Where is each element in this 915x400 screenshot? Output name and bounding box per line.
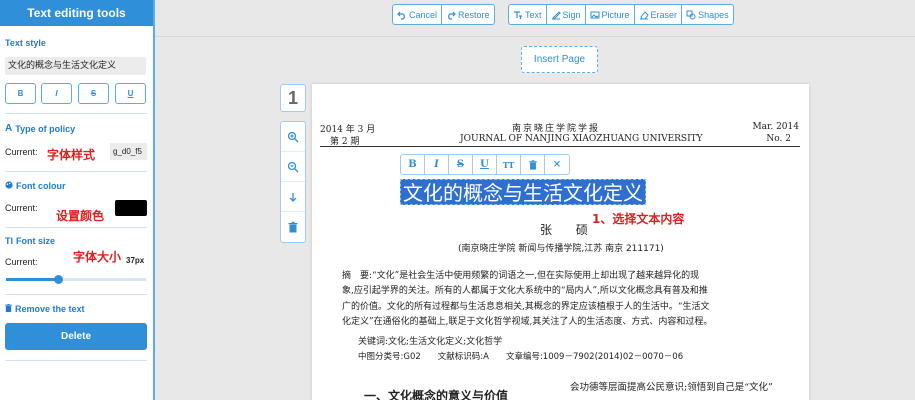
cancel-label: Cancel [409,9,438,20]
remove-label: Remove the text [15,304,85,314]
right-column-text: 会功德等层面提高公民意识;领悟到自己是“文化” [570,382,773,393]
insert-page-button[interactable]: Insert Page [521,46,598,73]
policy-current-label: Current: [5,147,38,157]
text-content-field[interactable]: 文化的概念与生活文化定义 [5,57,146,75]
top-toolbar: Cancel Restore Text Sign Picture Eraser … [155,0,915,37]
text-style-label: Text style [5,38,46,48]
sign-tool-button[interactable]: Sign [547,5,586,24]
font-size-section: TI Font size [5,236,55,246]
picture-tool-label: Picture [601,9,630,20]
header-date-en: Mar. 2014 [752,122,799,132]
cancel-button[interactable]: Cancel [393,5,443,24]
header-no-en: No. 2 [766,134,791,144]
size-current-label: Current: [5,257,38,267]
page-number-indicator: 1 [280,84,306,112]
colour-swatch[interactable] [115,200,147,216]
font-size-value: 37px [126,256,145,265]
font-colour-section: Font colour [5,181,66,191]
font-size-slider[interactable] [6,278,146,281]
abstract-line: 化定义”在通俗化的基础上,联足于文化哲学视域,其关注了人的生活态度、方式、内容和… [342,316,713,327]
slider-fill [6,278,58,281]
italic-button[interactable]: I [41,83,72,104]
select-text-annotation: 1、选择文本内容 [592,212,685,226]
font-size-label: Font size [16,236,56,246]
divider [5,227,147,228]
divider [5,294,147,295]
font-style-annotation: 字体样式 [47,148,96,162]
sign-tool-label: Sign [562,9,581,20]
restore-label: Restore [458,9,490,20]
popup-trash-icon[interactable] [521,155,545,174]
palette-icon [5,181,13,191]
abstract-line: 象,应引起学界的关注。所有的人都属于文化大系统中的“局内人”,所以文化概念具有普… [342,286,708,297]
trash-icon [5,304,12,314]
divider [5,171,147,172]
popup-strike-button[interactable]: S [449,155,473,174]
font-size-annotation: 字体大小 [73,250,122,264]
eraser-tool-button[interactable]: Eraser [635,5,683,24]
abstract-line: 摘 要:“文化”是社会生活中使用频繁的词语之一,但在实际使用上却出现了越来越异化… [342,271,700,281]
popup-close-button[interactable]: × [545,155,569,174]
strikethrough-button[interactable]: S [78,83,109,104]
set-color-annotation: 设置颜色 [56,209,105,223]
shapes-tool-button[interactable]: Shapes [682,5,733,24]
picture-tool-button[interactable]: Picture [586,5,635,24]
underline-button[interactable]: U [115,83,146,104]
abstract-line: 广的价值。文化的所有过程都与生活息息相关,其概念的界定应该植根于人的生活中。“生… [342,301,710,312]
arrow-down-icon[interactable] [281,182,305,212]
sidebar: Text editing tools Text style 文化的概念与生活文化… [0,0,155,400]
eraser-icon [639,10,649,19]
zoom-out-icon[interactable] [281,152,305,182]
page-tools [280,121,306,243]
policy-value[interactable]: g_d0_f5 [110,143,147,160]
restore-button[interactable]: Restore [442,5,494,24]
tools-group: Text Sign Picture Eraser Shapes [508,4,734,25]
section-title: 一、文化概念的意义与价值 [364,389,509,400]
history-group: Cancel Restore [392,4,495,25]
undo-icon [397,11,405,20]
text-size-icon: TI [5,236,13,246]
text-tool-label: Text [525,9,542,20]
slider-thumb[interactable] [53,275,63,284]
author: 张 硕 [540,223,598,237]
zoom-in-icon[interactable] [281,122,305,152]
text-format-popup: B I S U TT × [400,154,570,175]
text-icon [514,10,522,19]
font-a-icon: A [5,123,13,134]
font-colour-label: Font colour [16,181,66,191]
popup-underline-button[interactable]: U [473,155,497,174]
redo-icon [448,11,456,20]
divider [5,113,147,114]
pen-icon [551,10,561,20]
policy-label: Type of policy [15,123,76,134]
header-journal-en: JOURNAL OF NANJING XIAOZHUANG UNIVERSITY [460,134,703,144]
remove-section: Remove the text [5,304,85,314]
bold-button[interactable]: B [5,83,36,104]
text-tool-button[interactable]: Text [509,5,547,24]
shapes-tool-label: Shapes [698,9,729,20]
affiliation: (南京晓庄学院 新闻与传播学院,江苏 南京 211171) [458,244,664,254]
colour-current-label: Current: [5,203,38,213]
divider [5,360,147,361]
popup-text-size-button[interactable]: TT [497,155,521,174]
document-page: 2014 年 3 月 第 2 期 南京晓庄学院学报 JOURNAL OF NAN… [312,84,809,400]
delete-page-icon[interactable] [281,212,305,242]
delete-button[interactable]: Delete [5,323,147,350]
shapes-icon [686,10,696,19]
classification-line: 中图分类号:G02 文献标识码:A 文章编号:1009－7902(2014)02… [358,352,684,362]
popup-italic-button[interactable]: I [425,155,449,174]
selected-title-text[interactable]: 文化的概念与生活文化定义 [400,179,646,205]
eraser-tool-label: Eraser [650,9,678,20]
policy-section: A Type of policy [5,123,75,134]
header-journal-cn: 南京晓庄学院学报 [512,124,601,134]
picture-icon [590,11,600,18]
header-rule [320,146,800,147]
keywords: 关键词:文化;生活文化定义;文化哲学 [358,337,503,347]
popup-bold-button[interactable]: B [401,155,425,174]
sidebar-title: Text editing tools [0,0,153,26]
abstract: 摘 要:“文化”是社会生活中使用频繁的词语之一,但在实际使用上却出现了越来越异化… [342,269,787,330]
